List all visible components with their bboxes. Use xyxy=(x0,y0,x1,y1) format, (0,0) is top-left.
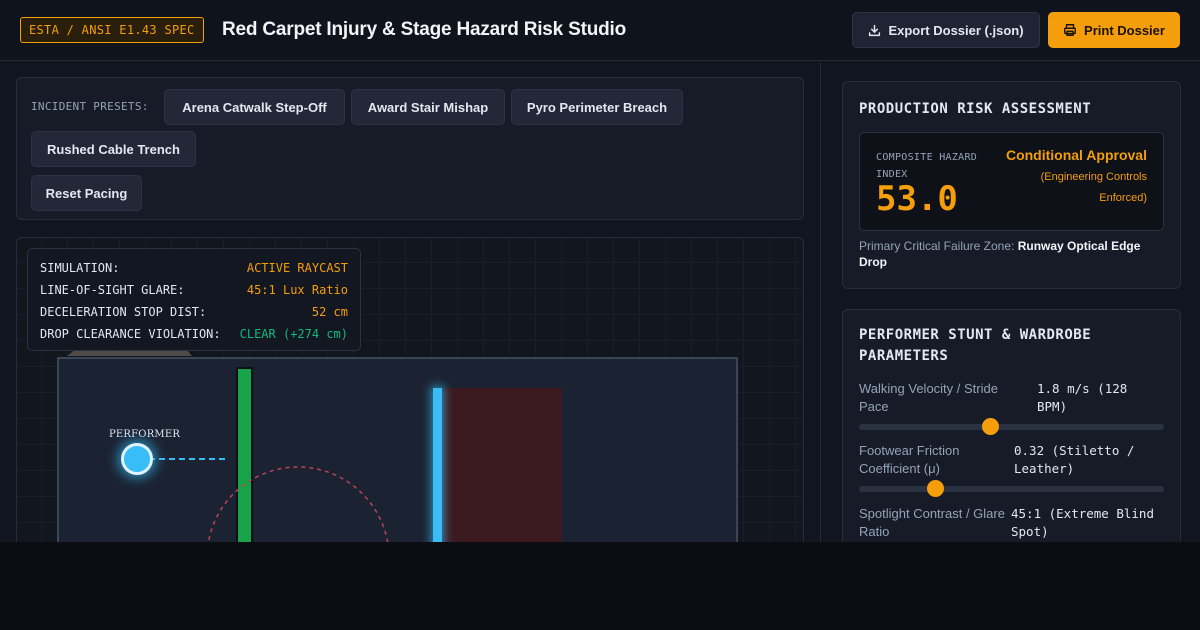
param-friction-value: 0.32 (Stiletto / Leather) xyxy=(1014,443,1135,476)
export-dossier-button[interactable]: Export Dossier (.json) xyxy=(852,12,1040,48)
param-velocity-label: Walking Velocity / Stride Pace xyxy=(859,381,998,414)
incident-presets-panel: INCIDENT PRESETS: Arena Catwalk Step-Off… xyxy=(16,77,804,220)
hud-row: DECELERATION STOP DIST: 52 cm xyxy=(40,304,348,320)
hud-stop-dist-key: DECELERATION STOP DIST: xyxy=(40,305,207,319)
critical-zone-prefix: Primary Critical Failure Zone: xyxy=(859,239,1015,253)
hazard-drop-zone xyxy=(442,388,562,542)
optical-edge-marker xyxy=(433,388,442,542)
safety-barrier xyxy=(236,367,253,542)
spec-badge: ESTA / ANSI E1.43 SPEC xyxy=(20,17,204,43)
param-friction-label: Footwear Friction Coefficient (μ) xyxy=(859,443,960,476)
risk-assessment-title: PRODUCTION RISK ASSESSMENT xyxy=(859,101,1092,117)
preset-cable-trench-button[interactable]: Rushed Cable Trench xyxy=(31,131,196,167)
approval-verdict-note: (Engineering Controls Enforced) xyxy=(1040,171,1147,204)
download-icon xyxy=(868,24,881,37)
hud-simulation-key: SIMULATION: xyxy=(40,261,120,275)
param-glare-label: Spotlight Contrast / Glare Ratio xyxy=(859,506,1005,539)
reset-pacing-button[interactable]: Reset Pacing xyxy=(31,175,142,211)
risk-sidebar: PRODUCTION RISK ASSESSMENT COMPOSITE HAZ… xyxy=(820,61,1200,542)
friction-slider-thumb[interactable] xyxy=(927,480,945,497)
simulation-hud: SIMULATION: ACTIVE RAYCAST LINE-OF-SIGHT… xyxy=(27,248,361,351)
hud-row: SIMULATION: ACTIVE RAYCAST xyxy=(40,260,348,276)
hud-row: DROP CLEARANCE VIOLATION: CLEAR (+274 cm… xyxy=(40,326,348,342)
friction-slider[interactable] xyxy=(859,480,1164,497)
stunt-parameters-title: PERFORMER STUNT & WARDROBE PARAMETERS xyxy=(859,327,1092,364)
app-window: ESTA / ANSI E1.43 SPEC Red Carpet Injury… xyxy=(0,0,1200,542)
print-dossier-button[interactable]: Print Dossier xyxy=(1048,12,1180,48)
print-dossier-label: Print Dossier xyxy=(1084,22,1165,38)
app-title: Red Carpet Injury & Stage Hazard Risk St… xyxy=(222,19,627,40)
hazard-index-label: COMPOSITE HAZARD INDEX xyxy=(876,152,978,180)
printer-icon xyxy=(1063,23,1077,37)
incident-presets-label: INCIDENT PRESETS: xyxy=(31,100,149,113)
hud-drop-clearance-key: DROP CLEARANCE VIOLATION: xyxy=(40,327,221,341)
stage-platform xyxy=(57,357,738,542)
stunt-parameters-card: PERFORMER STUNT & WARDROBE PARAMETERS Wa… xyxy=(842,309,1181,542)
approval-verdict: Conditional Approval xyxy=(1005,147,1147,163)
hazard-index-box: COMPOSITE HAZARD INDEX 53.0 Conditional … xyxy=(859,132,1164,231)
velocity-slider-thumb[interactable] xyxy=(982,418,1000,435)
stage-simulation-canvas[interactable]: PERFORMER SIMULATION: ACTIVE RAYCAST LIN… xyxy=(16,237,804,542)
critical-failure-zone: Primary Critical Failure Zone: Runway Op… xyxy=(859,238,1164,270)
hud-stop-dist-value: 52 cm xyxy=(311,305,348,319)
param-glare-value: 45:1 (Extreme Blind Spot) xyxy=(1011,506,1154,539)
performer-marker[interactable] xyxy=(121,443,153,475)
simulation-column: INCIDENT PRESETS: Arena Catwalk Step-Off… xyxy=(0,61,820,542)
performer-label: PERFORMER xyxy=(109,429,181,440)
hud-simulation-value: ACTIVE RAYCAST xyxy=(246,261,348,275)
hud-row: LINE-OF-SIGHT GLARE: 45:1 Lux Ratio xyxy=(40,282,348,298)
risk-assessment-card: PRODUCTION RISK ASSESSMENT COMPOSITE HAZ… xyxy=(842,81,1181,289)
hud-glare-value: 45:1 Lux Ratio xyxy=(246,283,348,297)
hud-drop-clearance-value: CLEAR (+274 cm) xyxy=(239,327,348,341)
velocity-slider[interactable] xyxy=(859,418,1164,435)
preset-pyro-perimeter-button[interactable]: Pyro Perimeter Breach xyxy=(511,89,683,125)
export-dossier-label: Export Dossier (.json) xyxy=(888,22,1024,38)
top-header: ESTA / ANSI E1.43 SPEC Red Carpet Injury… xyxy=(0,0,1200,61)
preset-arena-catwalk-button[interactable]: Arena Catwalk Step-Off xyxy=(164,89,345,125)
hazard-index-value: 53.0 xyxy=(876,179,958,219)
preset-award-stair-button[interactable]: Award Stair Mishap xyxy=(351,89,505,125)
param-velocity-value: 1.8 m/s (128 BPM) xyxy=(1037,381,1128,414)
hud-glare-key: LINE-OF-SIGHT GLARE: xyxy=(40,283,185,297)
